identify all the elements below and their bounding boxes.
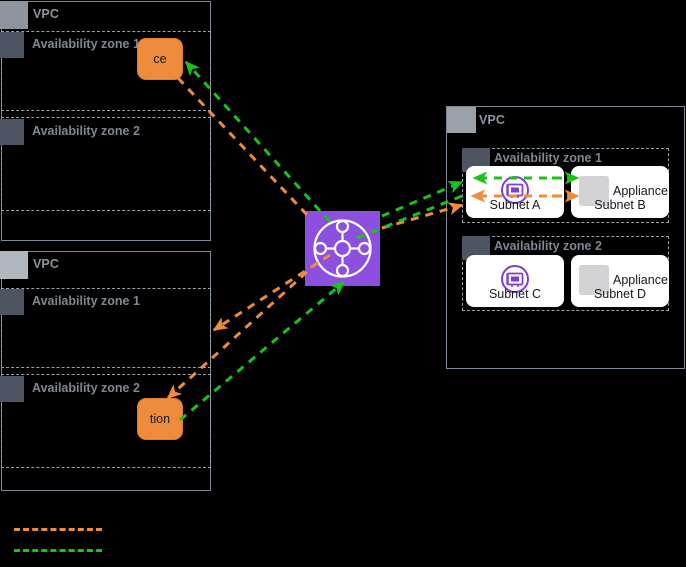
destination-vpc-label: VPC [33, 257, 60, 271]
source-vpc-label: VPC [33, 7, 60, 21]
destination-az2-label: Availability zone 2 [32, 381, 140, 395]
legend-item-orange [14, 528, 110, 531]
availability-zone-icon [0, 289, 24, 315]
subnet-c-card[interactable]: Subnet C [466, 255, 564, 307]
legend-item-green [14, 549, 110, 552]
availability-zone-icon [0, 119, 24, 145]
destination-az1-label: Availability zone 1 [32, 294, 140, 308]
subnet-d-content: Appliance [613, 273, 668, 287]
appliance-az1-label: Availability zone 1 [494, 151, 602, 165]
transit-gateway-icon[interactable] [305, 211, 380, 286]
vpc-icon [0, 251, 28, 279]
source-az1-label: Availability zone 1 [32, 37, 140, 51]
subnet-b-card[interactable]: Appliance Subnet B [571, 166, 669, 218]
destination-resource-label: tion [149, 412, 171, 426]
subnet-b-label: Subnet B [594, 198, 646, 212]
subnet-d-label: Subnet D [593, 287, 647, 301]
subnet-a-label: Subnet A [489, 198, 541, 212]
source-resource-box[interactable]: ce [137, 38, 183, 80]
legend-dash-green [14, 549, 102, 552]
appliance-vpc-label: VPC [479, 113, 506, 127]
legend-dash-orange [14, 528, 102, 531]
subnet-d-card[interactable]: Appliance Subnet D [571, 255, 669, 307]
subnet-b-content: Appliance [613, 184, 668, 198]
diagram-canvas: VPC Availability zone 1 Availability zon… [0, 0, 686, 567]
availability-zone-icon [0, 376, 24, 402]
source-resource-label: ce [153, 52, 167, 66]
subnet-a-card[interactable]: Subnet A [466, 166, 564, 218]
subnet-c-label: Subnet C [488, 287, 542, 301]
appliance-az2-label: Availability zone 2 [494, 239, 602, 253]
source-az2-label: Availability zone 2 [32, 124, 140, 138]
vpc-icon [0, 1, 28, 29]
vpc-icon [447, 107, 476, 133]
availability-zone-icon [0, 32, 24, 58]
destination-resource-box[interactable]: tion [137, 398, 183, 440]
